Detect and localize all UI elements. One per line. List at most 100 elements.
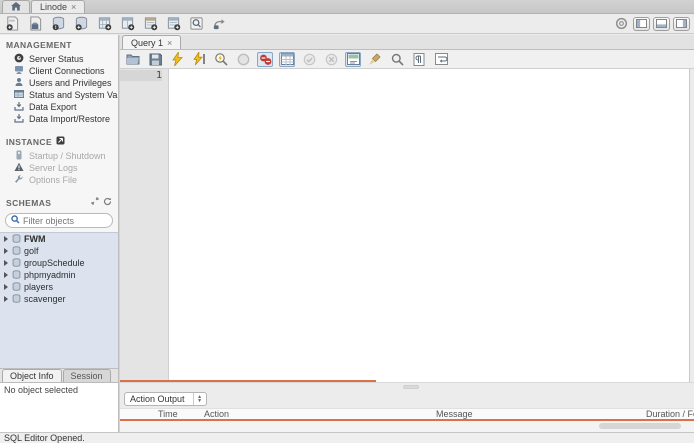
- search-table-data-icon[interactable]: [188, 16, 205, 32]
- rollback-icon[interactable]: [323, 52, 339, 67]
- new-table-icon[interactable]: [96, 16, 113, 32]
- activity-indicator-icon: [613, 16, 630, 32]
- sidebar-item-options-file[interactable]: Options File: [0, 174, 118, 186]
- expand-panel-icon[interactable]: [91, 197, 99, 208]
- main-toolbar: [0, 14, 694, 34]
- col-duration[interactable]: Duration / Fetch: [642, 409, 694, 419]
- toggle-bottom-panel-button[interactable]: [653, 16, 670, 31]
- stop-icon[interactable]: [235, 52, 251, 67]
- sidebar-item-label: Startup / Shutdown: [29, 151, 106, 161]
- schema-item-golf[interactable]: golf: [0, 245, 118, 257]
- tab-session[interactable]: Session: [62, 369, 111, 382]
- new-procedure-icon[interactable]: [142, 16, 159, 32]
- sidebar-item-server-logs[interactable]: Server Logs: [0, 162, 118, 174]
- schema-name: players: [24, 282, 54, 292]
- refresh-schemas-icon[interactable]: [103, 197, 112, 208]
- sidebar-item-users-privileges[interactable]: Users and Privileges: [0, 77, 118, 89]
- output-select-label: Action Output: [130, 394, 185, 404]
- schema-icon: [12, 257, 21, 269]
- sidebar-item-status-system-variables[interactable]: Status and System Variables: [0, 89, 118, 101]
- beautify-icon[interactable]: [367, 52, 383, 67]
- sidebar-item-label: Server Logs: [29, 163, 78, 173]
- schema-item-players[interactable]: players: [0, 281, 118, 293]
- new-function-icon[interactable]: [165, 16, 182, 32]
- query-tabbar: Query 1 ×: [120, 35, 694, 50]
- limit-rows-icon[interactable]: [279, 51, 295, 67]
- col-time[interactable]: Time: [154, 409, 200, 419]
- wrench-icon: [14, 174, 24, 186]
- save-icon[interactable]: [147, 52, 163, 67]
- output-table-header: Time Action Message Duration / Fetch: [120, 408, 694, 421]
- status-text: SQL Editor Opened.: [4, 433, 85, 443]
- schema-filter-input[interactable]: [23, 215, 103, 226]
- sidebar-item-client-connections[interactable]: Client Connections: [0, 65, 118, 77]
- toggle-stop-on-error-icon[interactable]: [257, 51, 273, 67]
- sidebar-item-startup-shutdown[interactable]: Startup / Shutdown: [0, 150, 118, 162]
- output-scrollbar[interactable]: [120, 421, 694, 432]
- output-type-select[interactable]: Action Output ▲ ▼: [124, 392, 207, 406]
- schema-name: phpmyadmin: [24, 270, 76, 280]
- chevron-right-icon[interactable]: [4, 284, 8, 290]
- sidebar-item-label: Data Import/Restore: [29, 114, 111, 124]
- management-title: MANAGEMENT: [6, 40, 72, 50]
- new-sql-tab-icon[interactable]: [4, 16, 21, 32]
- status-bar: SQL Editor Opened.: [0, 432, 694, 443]
- management-section-header: MANAGEMENT: [0, 35, 118, 53]
- schema-tree: FWM golf groupSchedule phpmyadmin player…: [0, 232, 118, 368]
- commit-icon[interactable]: [301, 52, 317, 67]
- sidebar-item-server-status[interactable]: Server Status: [0, 53, 118, 65]
- tab-object-info[interactable]: Object Info: [2, 369, 62, 382]
- open-file-icon[interactable]: [125, 52, 141, 67]
- schema-icon: [12, 269, 21, 281]
- line-number: 1: [120, 70, 162, 81]
- new-schema-info-icon[interactable]: [50, 16, 67, 32]
- object-info-content: No object selected: [0, 382, 118, 432]
- sidebar-item-data-export[interactable]: Data Export: [0, 101, 118, 113]
- find-icon[interactable]: [389, 52, 405, 67]
- tab-query-1[interactable]: Query 1 ×: [122, 35, 182, 49]
- chevron-right-icon[interactable]: [4, 296, 8, 302]
- chevron-right-icon[interactable]: [4, 272, 8, 278]
- col-action[interactable]: Action: [200, 409, 432, 419]
- reconnect-dbms-icon[interactable]: [211, 16, 228, 32]
- instance-icon: [56, 136, 65, 147]
- line-number-gutter: 1: [120, 69, 169, 382]
- invisible-characters-icon[interactable]: [411, 52, 427, 67]
- sidebar-item-label: Users and Privileges: [29, 78, 112, 88]
- stepper-icon[interactable]: ▲ ▼: [192, 393, 206, 405]
- output-splitter[interactable]: [120, 382, 694, 390]
- toggle-autocommit-icon[interactable]: [345, 51, 361, 67]
- sidebar-item-label: Server Status: [29, 54, 84, 64]
- code-area[interactable]: [169, 69, 689, 382]
- toggle-right-panel-button[interactable]: [673, 16, 690, 31]
- variables-icon: [14, 89, 24, 101]
- new-schema-icon[interactable]: [73, 16, 90, 32]
- execute-icon[interactable]: [169, 52, 185, 67]
- explain-icon[interactable]: [213, 52, 229, 67]
- open-sql-script-icon[interactable]: [27, 16, 44, 32]
- tab-home[interactable]: [2, 0, 30, 13]
- new-view-icon[interactable]: [119, 16, 136, 32]
- home-icon: [11, 1, 21, 13]
- chevron-right-icon[interactable]: [4, 248, 8, 254]
- schema-item-groupschedule[interactable]: groupSchedule: [0, 257, 118, 269]
- execute-current-icon[interactable]: [191, 52, 207, 67]
- scrollbar-thumb[interactable]: [599, 423, 681, 429]
- chevron-right-icon[interactable]: [4, 236, 8, 242]
- schema-item-fwm[interactable]: FWM: [0, 233, 118, 245]
- sql-editor[interactable]: 1: [120, 69, 694, 382]
- wrap-text-icon[interactable]: [433, 52, 449, 67]
- splitter-grip-icon[interactable]: [403, 385, 419, 389]
- sidebar-item-data-import[interactable]: Data Import/Restore: [0, 113, 118, 125]
- toggle-left-panel-button[interactable]: [633, 16, 650, 31]
- tab-linode[interactable]: Linode ×: [31, 0, 86, 13]
- schema-item-scavenger[interactable]: scavenger: [0, 293, 118, 305]
- col-message[interactable]: Message: [432, 409, 642, 419]
- schema-item-phpmyadmin[interactable]: phpmyadmin: [0, 269, 118, 281]
- tab-label: Linode: [40, 2, 68, 12]
- gauge-icon: [14, 53, 24, 65]
- instance-title: INSTANCE: [6, 136, 53, 147]
- close-icon[interactable]: ×: [71, 2, 76, 12]
- close-icon[interactable]: ×: [167, 38, 172, 48]
- chevron-right-icon[interactable]: [4, 260, 8, 266]
